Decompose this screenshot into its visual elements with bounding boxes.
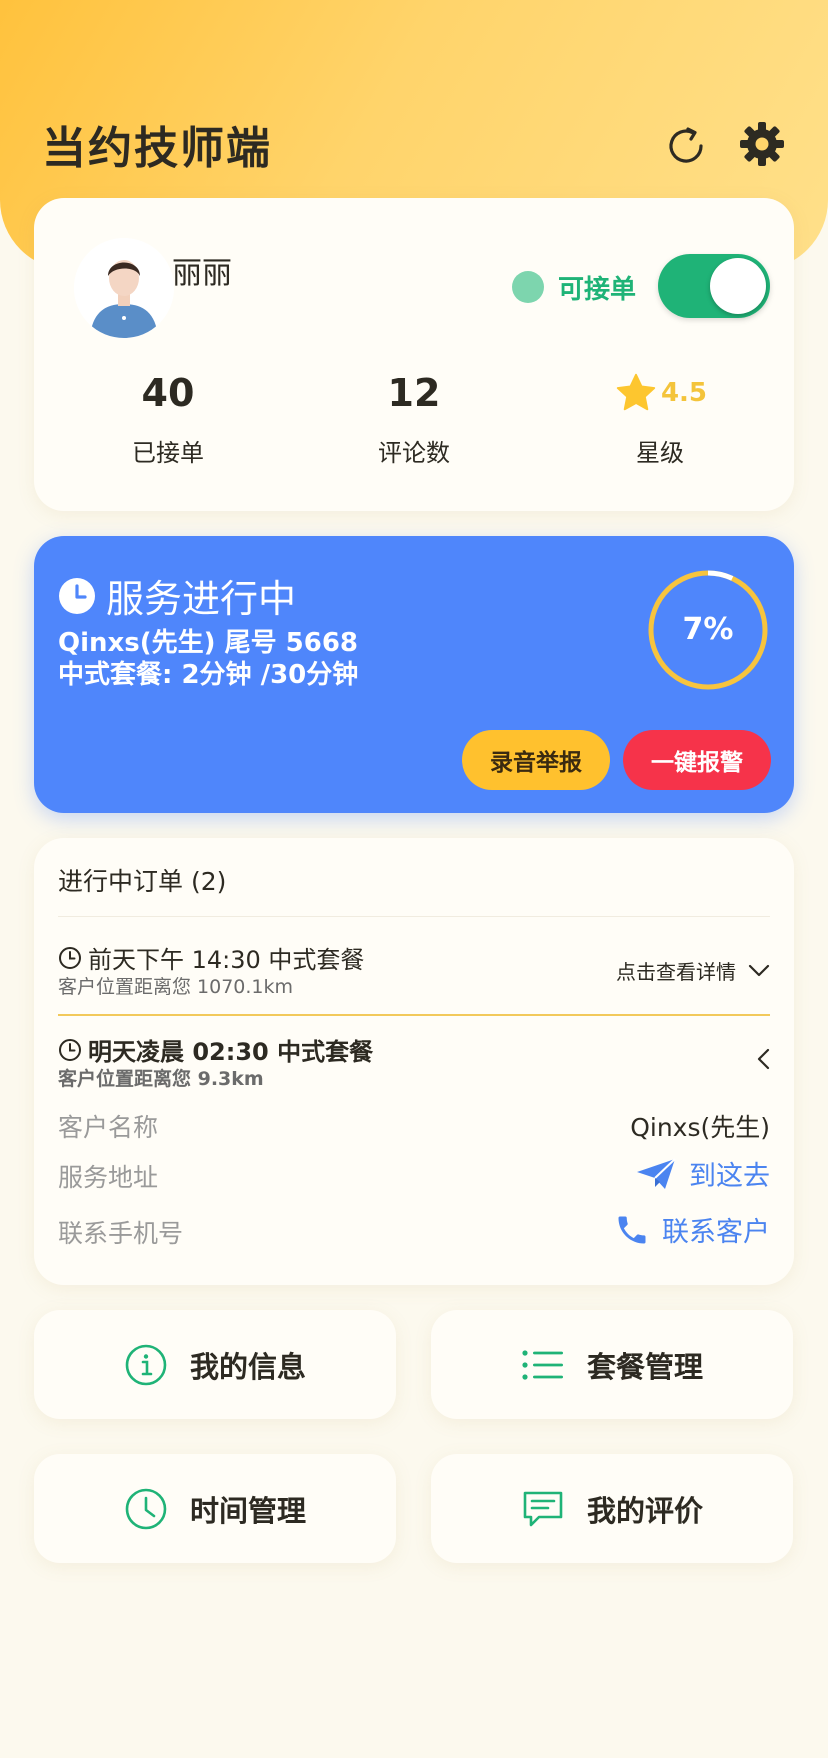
divider	[58, 916, 770, 917]
my-info-label: 我的信息	[189, 1349, 306, 1384]
progress-text: 7%	[682, 612, 734, 647]
avatar-image	[74, 238, 174, 338]
accept-orders-toggle[interactable]	[658, 254, 770, 318]
my-reviews-button[interactable]: 我的评价	[431, 1454, 793, 1563]
gear-icon	[740, 122, 784, 166]
rating-label: 星级	[636, 439, 684, 467]
customer-name-label: 客户名称	[58, 1113, 159, 1142]
orders-card: 进行中订单 (2) 前天下午 14:30 中式套餐 客户位置距离您 1070.1…	[34, 838, 794, 1285]
customer-name-value: Qinxs(先生)	[630, 1113, 770, 1142]
info-icon	[125, 1344, 167, 1385]
order-distance: 客户位置距离您 1070.1km	[58, 976, 294, 998]
service-card: 服务进行中 Qinxs(先生) 尾号 5668 中式套餐: 2分钟 /30分钟 …	[34, 536, 794, 813]
package-manage-label: 套餐管理	[586, 1349, 703, 1384]
package-manage-button[interactable]: 套餐管理	[431, 1310, 793, 1419]
order-item-2[interactable]: 明天凌晨 02:30 中式套餐	[58, 1032, 373, 1067]
app-title: 当约技师端	[42, 123, 272, 174]
reviews-label: 评论数	[378, 439, 450, 467]
stat-orders: 40 已接单	[58, 363, 278, 468]
stat-reviews: 12 评论数	[304, 363, 524, 468]
order-time: 前天下午 14:30 中式套餐	[88, 946, 365, 974]
contact-customer-label: 联系客户	[662, 1217, 770, 1248]
view-details-link[interactable]: 点击查看详情	[616, 956, 770, 985]
status-label: 可接单	[558, 275, 637, 305]
clock-icon	[125, 1488, 167, 1529]
paper-plane-icon	[637, 1157, 676, 1189]
reviews-count: 12	[387, 371, 441, 415]
view-details-label: 点击查看详情	[616, 960, 736, 984]
order-item-1[interactable]: 前天下午 14:30 中式套餐	[58, 940, 364, 975]
profile-card: 丽丽 可接单 40 已接单 12 评论数 4.5 星级	[34, 198, 794, 511]
user-name: 丽丽	[172, 256, 232, 291]
clock-icon	[59, 1038, 81, 1061]
navigate-link[interactable]: 到这去	[635, 1154, 770, 1193]
avatar[interactable]	[74, 238, 174, 338]
navigate-label: 到这去	[689, 1161, 770, 1192]
chevron-left-icon	[757, 1048, 770, 1070]
star-icon	[616, 373, 656, 411]
rating-value: 4.5	[660, 378, 708, 408]
service-address-label: 服务地址	[58, 1163, 159, 1192]
collapse-button[interactable]	[756, 1048, 770, 1074]
toggle-knob	[710, 258, 766, 314]
record-report-button[interactable]: 录音举报	[462, 730, 610, 790]
my-info-button[interactable]: 我的信息	[34, 1310, 396, 1419]
chevron-down-icon	[748, 964, 770, 976]
phone-label: 联系手机号	[58, 1219, 184, 1248]
phone-icon	[618, 1216, 646, 1243]
service-title: 服务进行中	[106, 577, 297, 621]
service-package: 中式套餐: 2分钟 /30分钟	[58, 660, 359, 690]
alarm-button[interactable]: 一键报警	[623, 730, 771, 790]
chat-icon	[523, 1491, 563, 1526]
orders-label: 已接单	[132, 439, 204, 467]
clock-icon	[59, 577, 95, 614]
status-dot-icon	[512, 271, 544, 303]
time-manage-button[interactable]: 时间管理	[34, 1454, 396, 1563]
orders-title: 进行中订单 (2)	[58, 867, 227, 896]
clock-icon	[59, 946, 81, 969]
refresh-button[interactable]	[660, 120, 712, 172]
my-reviews-label: 我的评价	[586, 1493, 703, 1528]
orders-count: 40	[141, 371, 195, 415]
stat-rating: 4.5 星级	[550, 363, 770, 468]
contact-customer-link[interactable]: 联系客户	[614, 1210, 770, 1249]
list-icon	[522, 1349, 563, 1380]
refresh-icon	[669, 127, 703, 163]
time-manage-label: 时间管理	[189, 1493, 306, 1528]
divider	[58, 1014, 770, 1016]
order-distance: 客户位置距离您 9.3km	[58, 1068, 264, 1090]
order-time: 明天凌晨 02:30 中式套餐	[88, 1038, 374, 1066]
settings-button[interactable]	[736, 118, 788, 170]
